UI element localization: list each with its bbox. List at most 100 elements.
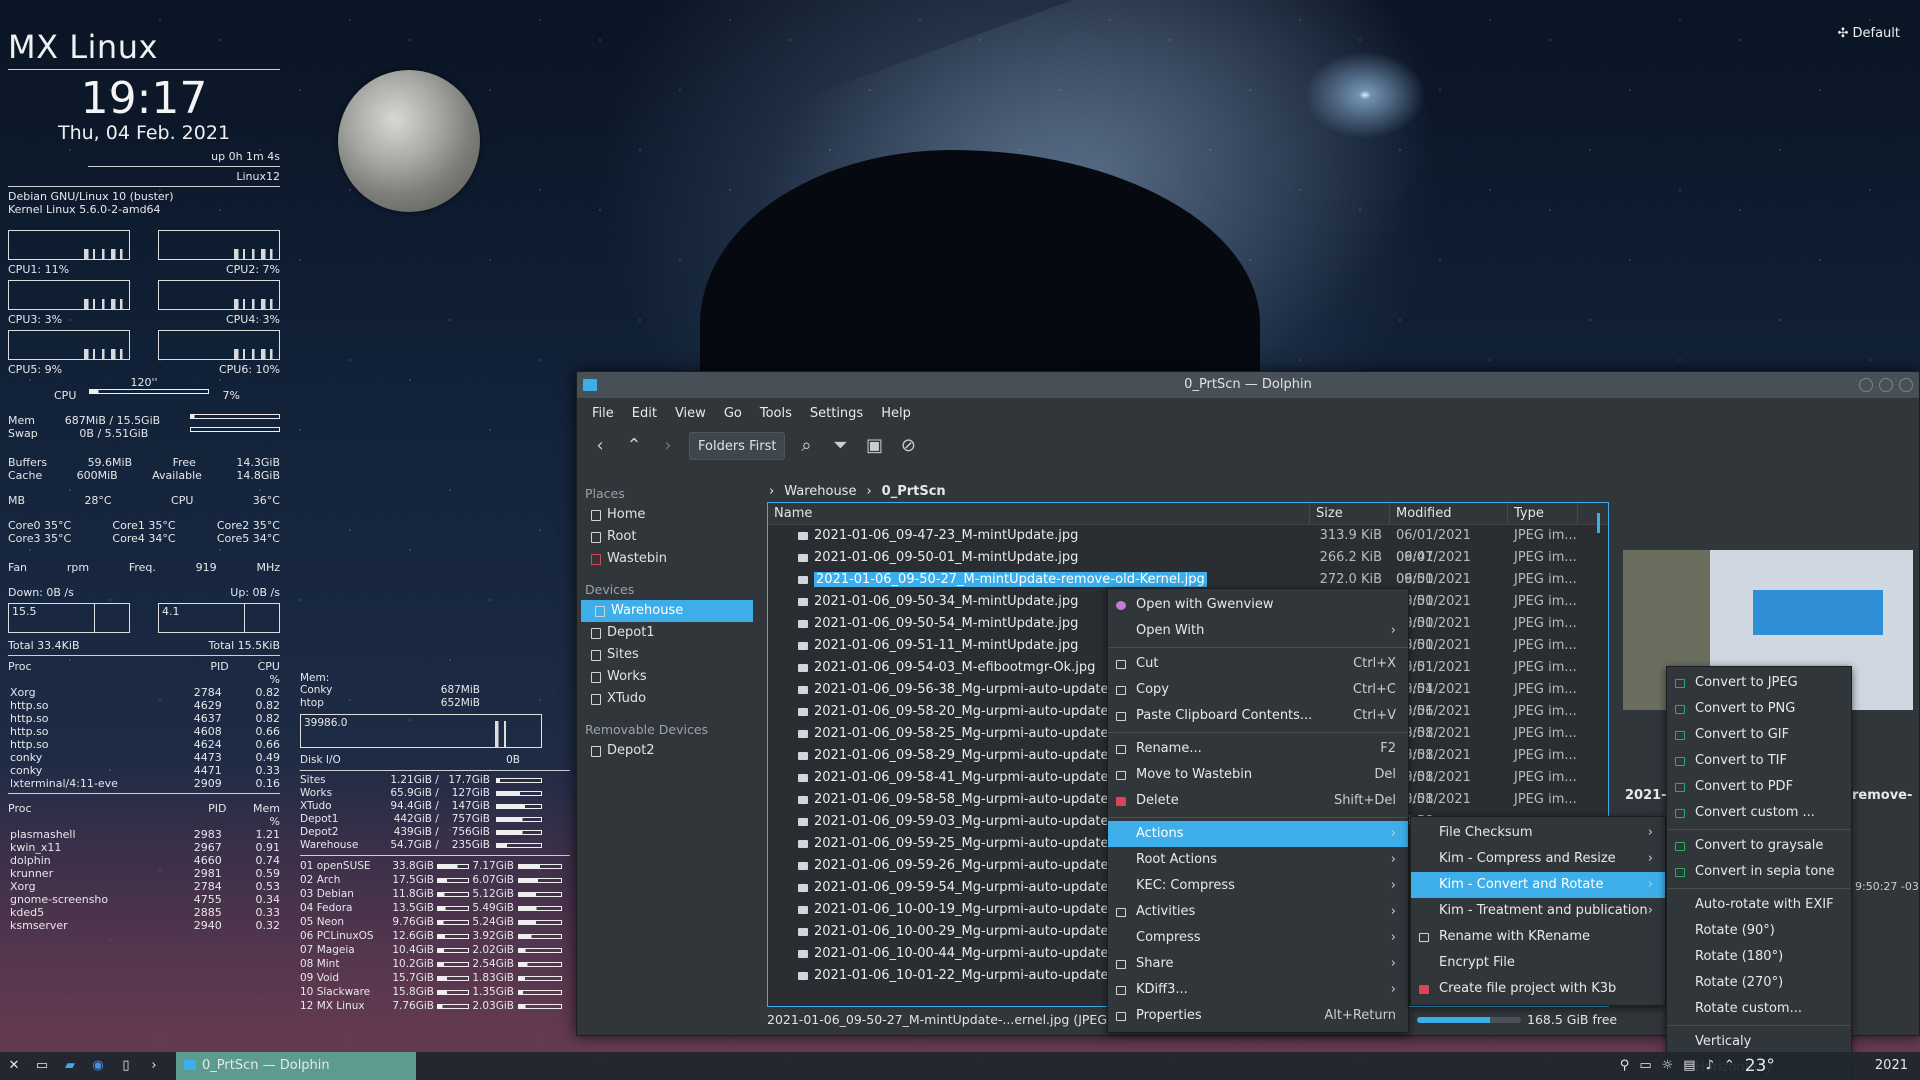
app-menu-icon[interactable]: ✕ (0, 1052, 28, 1080)
menu-go[interactable]: Go (715, 406, 751, 421)
menu-item-convert-to-png[interactable]: Convert to PNG (1667, 696, 1851, 722)
menu-item-rotate-270[interactable]: Rotate (270°) (1667, 970, 1851, 996)
menu-item-rename[interactable]: Rename... F2 (1108, 736, 1408, 762)
menu-file[interactable]: File (583, 406, 623, 421)
menu-separator (1667, 1025, 1851, 1026)
breadcrumb-warehouse[interactable]: Warehouse (784, 484, 856, 499)
menu-item-rotate-90[interactable]: Rotate (90°) (1667, 918, 1851, 944)
col-size[interactable]: Size (1310, 503, 1390, 524)
bulb-icon[interactable]: ☼ (1662, 1052, 1674, 1080)
menu-item-rotate-180[interactable]: Rotate (180°) (1667, 944, 1851, 970)
up-icon[interactable]: ⌃ (621, 433, 647, 459)
menu-item-kim-treatment-and-publication[interactable]: Kim - Treatment and publication › (1411, 898, 1665, 924)
desktop-default-label[interactable]: ✣ Default (1837, 26, 1900, 41)
menu-item-move-to-wastebin[interactable]: Move to Wastebin Del (1108, 762, 1408, 788)
menu-tools[interactable]: Tools (751, 406, 801, 421)
pid-header: PID (210, 660, 229, 673)
place-works[interactable]: Works (577, 666, 757, 688)
menu-item-rotate-custom[interactable]: Rotate custom... (1667, 996, 1851, 1022)
konsole-launcher-icon[interactable]: › (140, 1052, 168, 1080)
tray-expand-icon[interactable]: ⌃ (1724, 1052, 1735, 1080)
menu-item-kdiff3[interactable]: KDiff3... › (1108, 977, 1408, 1003)
breadcrumb-current[interactable]: 0_PrtScn (882, 484, 946, 499)
menu-view[interactable]: View (666, 406, 715, 421)
menu-item-copy[interactable]: Copy Ctrl+C (1108, 677, 1408, 703)
terminal-icon[interactable]: ▣ (861, 433, 887, 459)
display-icon[interactable]: ▭ (1639, 1052, 1651, 1080)
folder-launcher-icon[interactable]: ▰ (56, 1052, 84, 1080)
col-name[interactable]: Name (768, 503, 1310, 524)
chevron-right-icon: › (1390, 982, 1396, 997)
menu-item-kec-compress[interactable]: KEC: Compress › (1108, 873, 1408, 899)
menu-item-create-file-project-with-k3b[interactable]: Create file project with K3b (1411, 976, 1665, 1002)
place-sites[interactable]: Sites (577, 644, 757, 666)
usb-icon[interactable]: ⚲ (1620, 1052, 1630, 1080)
menu-item-convert-to-gif[interactable]: Convert to GIF (1667, 722, 1851, 748)
place-xtudo[interactable]: XTudo (577, 688, 757, 710)
menu-item-file-checksum[interactable]: File Checksum › (1411, 820, 1665, 846)
weather-temp[interactable]: 23° (1745, 1052, 1775, 1080)
clipboard-icon[interactable]: ▤ (1683, 1052, 1695, 1080)
menu-item-kim-convert-and-rotate[interactable]: Kim - Convert and Rotate › (1411, 872, 1665, 898)
table-row[interactable]: 2021-01-06_09-50-01_M-mintUpdate.jpg 266.… (768, 547, 1608, 587)
menu-item-convert-to-pdf[interactable]: Convert to PDF (1667, 774, 1851, 800)
file-type: JPEG im... (1514, 572, 1577, 587)
menu-item-open-with-gwenview[interactable]: Open with Gwenview (1108, 592, 1408, 618)
place-depot2[interactable]: Depot2 (577, 740, 757, 762)
menu-item-convert-custom[interactable]: Convert custom ... (1667, 800, 1851, 826)
volume-icon[interactable]: ♪ (1706, 1052, 1714, 1080)
cpu2-label: CPU2: 7% (225, 263, 280, 276)
place-root[interactable]: Root (577, 526, 757, 548)
scrollbar[interactable] (1597, 513, 1600, 533)
menu-item-encrypt-file[interactable]: Encrypt File (1411, 950, 1665, 976)
menu-item-actions[interactable]: Actions › (1108, 821, 1408, 847)
menu-item-cut[interactable]: Cut Ctrl+X (1108, 651, 1408, 677)
place-home[interactable]: Home (577, 504, 757, 526)
back-icon[interactable]: ‹ (587, 433, 613, 459)
hide-icon[interactable]: ⊘ (895, 433, 921, 459)
menu-item-rename-with-krename[interactable]: Rename with KRename (1411, 924, 1665, 950)
filter-icon[interactable]: ⏷ (827, 433, 853, 459)
search-icon[interactable]: ⌕ (793, 433, 819, 459)
menu-settings[interactable]: Settings (801, 406, 872, 421)
task-dolphin[interactable]: 0_PrtScn — Dolphin (176, 1052, 416, 1080)
menu-help[interactable]: Help (872, 406, 920, 421)
menu-item-kim-compress-and-resize[interactable]: Kim - Compress and Resize › (1411, 846, 1665, 872)
text-editor-launcher-icon[interactable]: ▯ (112, 1052, 140, 1080)
menu-item-open-with[interactable]: Open With › (1108, 618, 1408, 644)
menu-item-auto-rotate-with-exif[interactable]: Auto-rotate with EXIF (1667, 892, 1851, 918)
place-wastebin[interactable]: Wastebin (577, 548, 757, 570)
clock-year[interactable]: 2021 (1875, 1052, 1908, 1080)
menu-item-compress[interactable]: Compress › (1108, 925, 1408, 951)
menu-item-paste-clipboard-contents[interactable]: Paste Clipboard Contents... Ctrl+V (1108, 703, 1408, 729)
menu-item-convert-to-graysale[interactable]: Convert to graysale (1667, 833, 1851, 859)
table-row[interactable]: 2021-01-06_09-47-23_M-mintUpdate.jpg 313.… (768, 525, 1608, 565)
menu-item-root-actions[interactable]: Root Actions › (1108, 847, 1408, 873)
close-icon[interactable] (1899, 378, 1913, 392)
minimize-icon[interactable] (1859, 378, 1873, 392)
window-titlebar[interactable]: 0_PrtScn — Dolphin (577, 372, 1919, 398)
col-type[interactable]: Type (1508, 503, 1578, 524)
place-depot1[interactable]: Depot1 (577, 622, 757, 644)
menu-item-delete[interactable]: Delete Shift+Del (1108, 788, 1408, 814)
menu-item-convert-to-tif[interactable]: Convert to TIF (1667, 748, 1851, 774)
menu-separator (1108, 647, 1408, 648)
forward-icon[interactable]: › (655, 433, 681, 459)
proc-name: lxterminal/4:11-eve (10, 777, 118, 790)
maximize-icon[interactable] (1879, 378, 1893, 392)
browser-launcher-icon[interactable]: ◉ (84, 1052, 112, 1080)
col-modified[interactable]: Modified (1390, 503, 1508, 524)
cpu6-graph (158, 330, 280, 360)
disk-io-max: 39986.0 (304, 717, 348, 729)
image-icon (1675, 705, 1685, 714)
menu-item-convert-to-jpeg[interactable]: Convert to JPEG (1667, 670, 1851, 696)
place-warehouse[interactable]: Warehouse (581, 600, 753, 622)
menu-item-share[interactable]: Share › (1108, 951, 1408, 977)
mount-total: 17.7GiB (448, 774, 490, 786)
menu-edit[interactable]: Edit (623, 406, 666, 421)
terminal-launcher-icon[interactable]: ▭ (28, 1052, 56, 1080)
folders-first-button[interactable]: Folders First (689, 432, 786, 460)
menu-item-activities[interactable]: Activities › (1108, 899, 1408, 925)
menu-item-convert-in-sepia-tone[interactable]: Convert in sepia tone (1667, 859, 1851, 885)
menu-item-properties[interactable]: Properties Alt+Return (1108, 1003, 1408, 1029)
